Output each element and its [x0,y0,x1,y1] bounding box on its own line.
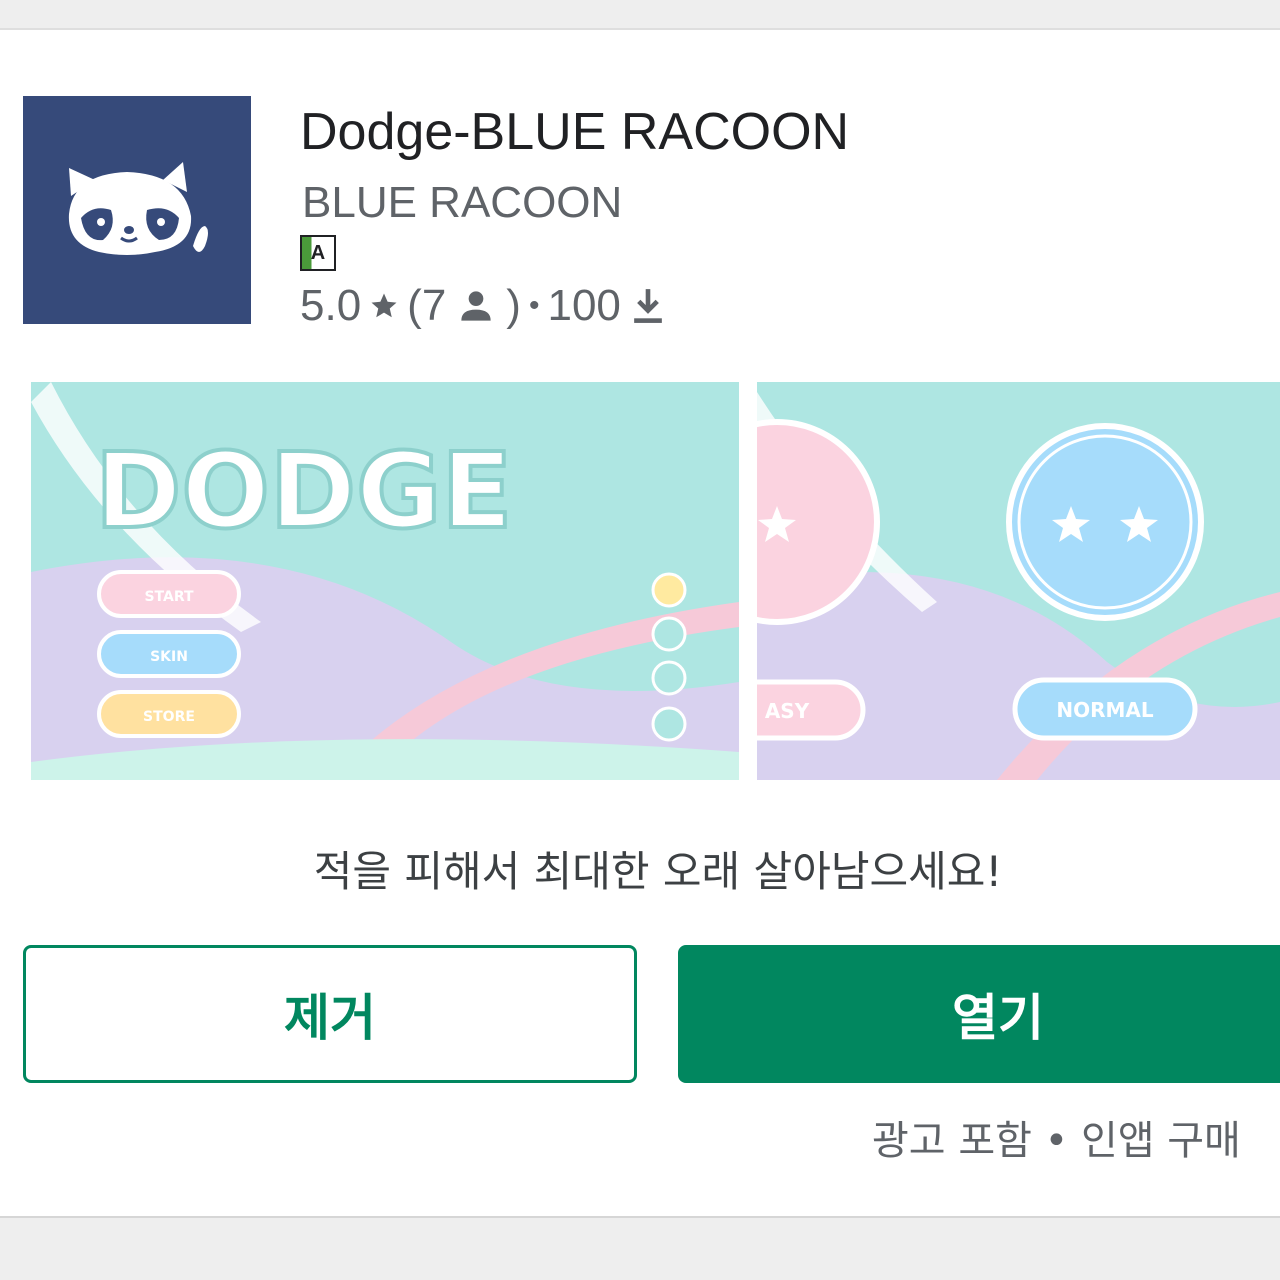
ads-iap-notice: 광고 포함 • 인앱 구매 [872,1118,1241,1164]
screenshot-2[interactable]: ASY NORMAL [757,382,1280,780]
separator-dot: • [528,289,540,322]
raccoon-logo-icon [68,162,208,255]
age-rating-badge: A [300,235,336,271]
person-icon [461,291,491,321]
remove-button[interactable]: 제거 [23,945,637,1083]
screenshot-1-image: DODGE START SKIN STORE [31,382,739,780]
app-icon[interactable] [23,96,251,324]
rating-score: 5.0 [300,281,362,330]
easy-button-label: ASY [765,699,810,723]
screenshot-1[interactable]: DODGE START SKIN STORE [31,382,739,780]
skin-button-label: SKIN [150,649,188,665]
download-count: 100 [547,281,621,330]
star-icon [371,293,397,318]
normal-button-label: NORMAL [1056,698,1154,722]
developer-name[interactable]: BLUE RACOON [302,178,622,228]
app-title: Dodge-BLUE RACOON [300,103,850,161]
screenshot-2-image: ASY NORMAL [757,382,1280,780]
app-description: 적을 피해서 최대한 오래 살아남으세요! [313,847,1003,896]
rating-row: 5.0 (7 ) • 100 [300,278,667,334]
store-button-label: STORE [143,709,195,725]
review-count: (7 [407,281,447,330]
game-title-text: DODGE [95,430,512,552]
download-icon [634,289,662,323]
start-button-label: START [144,589,194,605]
app-listing-card: Dodge-BLUE RACOON BLUE RACOON A 5.0 (7 )… [0,28,1280,1218]
review-count-close: ) [506,281,521,330]
open-button[interactable]: 열기 [678,945,1280,1083]
